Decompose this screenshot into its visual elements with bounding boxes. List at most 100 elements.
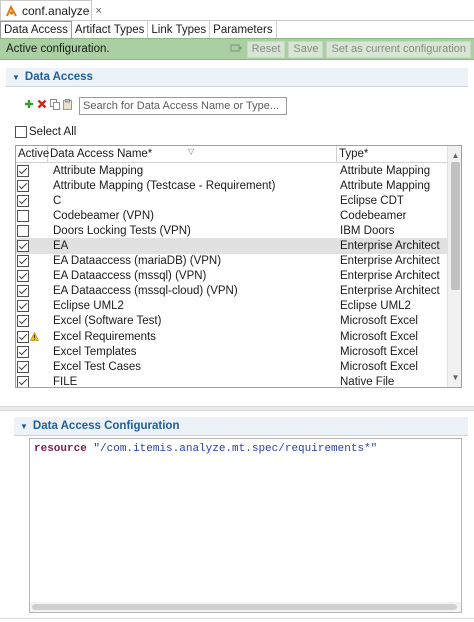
tab-link-types[interactable]: Link Types [148, 21, 211, 38]
active-cell [16, 375, 48, 387]
type-cell[interactable]: Native File [337, 376, 447, 387]
active-checkbox[interactable] [17, 255, 29, 268]
active-checkbox[interactable] [17, 224, 29, 237]
table-row[interactable]: Excel Requirements Microsoft Excel [16, 329, 447, 344]
name-cell[interactable]: Eclipse UML2 [48, 300, 337, 312]
table-row[interactable]: FILE Native File [16, 374, 447, 387]
table-row[interactable]: EA Dataaccess (mariaDB) (VPN) Enterprise … [16, 254, 447, 269]
editor-horizontal-scrollbar[interactable] [30, 602, 461, 612]
tab-data-access[interactable]: Data Access [0, 21, 72, 38]
type-cell[interactable]: Eclipse UML2 [337, 300, 447, 312]
select-all-box[interactable] [15, 126, 27, 138]
active-checkbox[interactable] [17, 164, 29, 177]
active-cell [16, 209, 48, 222]
table-row[interactable]: Codebeamer (VPN) Codebeamer [16, 208, 447, 223]
name-cell[interactable]: Excel Requirements [48, 331, 337, 343]
type-cell[interactable]: Enterprise Architect [337, 285, 447, 297]
active-checkbox[interactable] [17, 240, 29, 253]
type-cell[interactable]: Microsoft Excel [337, 315, 447, 327]
delete-icon[interactable] [37, 98, 47, 110]
copy-icon[interactable] [50, 98, 60, 110]
type-cell[interactable]: Microsoft Excel [337, 331, 447, 343]
name-cell[interactable]: C [48, 195, 337, 207]
column-header-active[interactable]: Active [16, 146, 49, 162]
data-access-section-header[interactable]: ▼ Data Access [6, 68, 468, 86]
editor-title-tab[interactable]: conf.analyze × [0, 0, 102, 21]
type-cell[interactable]: Codebeamer [337, 210, 447, 222]
active-cell [16, 224, 48, 237]
type-cell[interactable]: Attribute Mapping [337, 165, 447, 177]
active-checkbox[interactable] [17, 330, 29, 343]
active-checkbox[interactable] [17, 285, 29, 298]
active-checkbox[interactable] [17, 315, 29, 328]
add-icon[interactable] [24, 98, 34, 110]
collapse-icon[interactable]: ▼ [20, 422, 28, 431]
type-cell[interactable]: Attribute Mapping [337, 180, 447, 192]
type-cell[interactable]: Enterprise Architect [337, 270, 447, 282]
scroll-thumb[interactable] [451, 162, 460, 290]
name-cell[interactable]: Excel (Software Test) [48, 315, 337, 327]
table-row[interactable]: Doors Locking Tests (VPN) IBM Doors [16, 223, 447, 238]
table-row[interactable]: EA Enterprise Architect [16, 238, 447, 254]
paste-icon[interactable] [63, 98, 73, 110]
name-cell[interactable]: Attribute Mapping [48, 165, 337, 177]
collapse-icon[interactable]: ▼ [12, 73, 20, 82]
type-cell[interactable]: Microsoft Excel [337, 346, 447, 358]
active-checkbox[interactable] [17, 209, 29, 222]
set-current-configuration-button[interactable]: Set as current configuration [326, 40, 471, 58]
name-cell[interactable]: EA Dataaccess (mssql-cloud) (VPN) [48, 285, 337, 297]
column-header-type[interactable]: Type* [337, 146, 447, 162]
data-access-search-input[interactable] [79, 97, 287, 115]
active-checkbox[interactable] [17, 270, 29, 283]
table-row[interactable]: Attribute Mapping Attribute Mapping [16, 163, 447, 178]
name-cell[interactable]: Codebeamer (VPN) [48, 210, 337, 222]
tab-parameters[interactable]: Parameters [210, 21, 277, 38]
name-cell[interactable]: Doors Locking Tests (VPN) [48, 225, 337, 237]
active-checkbox[interactable] [17, 194, 29, 207]
table-row[interactable]: Excel (Software Test) Microsoft Excel [16, 314, 447, 329]
scroll-down-icon[interactable]: ▼ [448, 370, 461, 384]
configuration-section-header[interactable]: ▼ Data Access Configuration [14, 417, 468, 435]
select-all-checkbox[interactable]: Select All [15, 126, 76, 138]
table-vertical-scrollbar[interactable]: ▲ ▼ [447, 146, 461, 387]
name-cell[interactable]: Attribute Mapping (Testcase - Requiremen… [48, 180, 337, 192]
type-cell[interactable]: Microsoft Excel [337, 361, 447, 373]
tab-artifact-types[interactable]: Artifact Types [72, 21, 149, 38]
configuration-editor[interactable]: resource "/com.itemis.analyze.mt.spec/re… [29, 438, 462, 613]
table-row[interactable]: Excel Test Cases Microsoft Excel [16, 359, 447, 374]
pin-icon[interactable] [228, 41, 244, 57]
section-separator [6, 86, 468, 87]
table-row[interactable]: Attribute Mapping (Testcase - Requiremen… [16, 178, 447, 193]
editor-title: conf.analyze [22, 4, 90, 18]
name-cell[interactable]: Excel Test Cases [48, 361, 337, 373]
scroll-up-icon[interactable]: ▲ [448, 148, 461, 162]
name-cell[interactable]: Excel Templates [48, 346, 337, 358]
scroll-thumb[interactable] [32, 604, 457, 610]
name-cell[interactable]: FILE [48, 376, 337, 387]
active-checkbox[interactable] [17, 360, 29, 373]
type-cell[interactable]: Enterprise Architect [337, 240, 447, 252]
name-cell[interactable]: EA Dataaccess (mariaDB) (VPN) [48, 255, 337, 267]
name-cell[interactable]: EA Dataaccess (mssql) (VPN) [48, 270, 337, 282]
column-header-name[interactable]: Data Access Name* ▽ [48, 146, 337, 162]
type-cell[interactable]: Enterprise Architect [337, 255, 447, 267]
data-access-toolbar [24, 98, 73, 110]
sash-divider[interactable] [0, 406, 474, 411]
active-checkbox[interactable] [17, 375, 29, 387]
close-icon[interactable]: × [95, 5, 101, 17]
table-row[interactable]: Excel Templates Microsoft Excel [16, 344, 447, 359]
active-checkbox[interactable] [17, 300, 29, 313]
table-row[interactable]: EA Dataaccess (mssql-cloud) (VPN) Enterpr… [16, 284, 447, 299]
type-cell[interactable]: Eclipse CDT [337, 195, 447, 207]
table-row[interactable]: C Eclipse CDT [16, 193, 447, 208]
save-button[interactable]: Save [288, 40, 324, 58]
active-checkbox[interactable] [17, 345, 29, 358]
reset-button[interactable]: Reset [246, 40, 286, 58]
select-all-label: Select All [29, 126, 77, 138]
active-checkbox[interactable] [17, 179, 29, 192]
table-row[interactable]: Eclipse UML2 Eclipse UML2 [16, 299, 447, 314]
name-cell[interactable]: EA [48, 240, 337, 252]
page-tabs: Data Access Artifact Types Link Types Pa… [0, 21, 277, 38]
type-cell[interactable]: IBM Doors [337, 225, 447, 237]
table-row[interactable]: EA Dataaccess (mssql) (VPN) Enterprise Ar… [16, 269, 447, 284]
